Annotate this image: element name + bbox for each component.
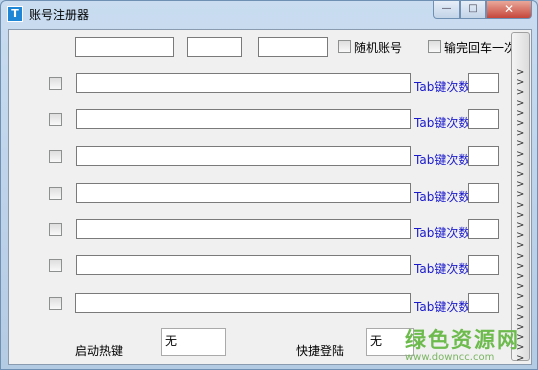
chevron-right-icon: >	[516, 291, 525, 303]
arrow-strip[interactable]: > > > > > > > > > > > > > > > > > > > > > > > > > > > > >	[511, 32, 530, 363]
tab-count-input[interactable]	[468, 219, 499, 239]
tab-count-label: Tab键次数	[414, 80, 471, 94]
tab-count-label: Tab键次数	[414, 116, 471, 130]
row-input[interactable]	[76, 109, 411, 129]
maximize-button[interactable]: □	[460, 1, 486, 19]
tab-count-input[interactable]	[468, 183, 499, 203]
row-checkbox[interactable]	[49, 297, 62, 310]
tab-count-label: Tab键次数	[414, 300, 471, 314]
title-bar[interactable]: T 账号注册器 — □ ✕	[1, 1, 538, 27]
row-input[interactable]	[75, 293, 411, 313]
row-checkbox[interactable]	[49, 150, 62, 163]
tab-count-label: Tab键次数	[414, 190, 471, 204]
chevron-right-icon: >	[516, 189, 525, 201]
quick-login-value: 无	[370, 334, 383, 348]
app-window: T 账号注册器 — □ ✕ 随机账号 输完回车一次 Tab键次数 Tab键次数 …	[0, 0, 538, 370]
top-input-1[interactable]	[75, 37, 174, 57]
row-checkbox[interactable]	[49, 259, 62, 272]
start-hotkey-field[interactable]: 无	[161, 328, 226, 356]
minimize-button[interactable]: —	[433, 1, 460, 19]
watermark-title: 绿色资源网	[405, 328, 520, 352]
tab-count-label: Tab键次数	[414, 226, 471, 240]
chevron-right-icon: >	[516, 138, 525, 150]
tab-count-input[interactable]	[468, 109, 499, 129]
random-account-checkbox[interactable]	[338, 40, 351, 53]
row-input[interactable]	[76, 219, 411, 239]
tab-count-label: Tab键次数	[414, 153, 471, 167]
row-checkbox[interactable]	[49, 187, 62, 200]
quick-login-label: 快捷登陆	[296, 344, 345, 358]
enter-once-label: 输完回车一次	[444, 41, 517, 55]
top-input-2[interactable]	[187, 37, 242, 57]
close-button[interactable]: ✕	[486, 1, 532, 19]
chevron-right-icon: >	[516, 87, 525, 99]
chevron-right-icon: >	[516, 240, 525, 252]
row-input[interactable]	[76, 73, 411, 93]
tab-count-input[interactable]	[468, 293, 499, 313]
tab-count-label: Tab键次数	[414, 262, 471, 276]
row-checkbox[interactable]	[49, 77, 62, 90]
start-hotkey-value: 无	[165, 334, 178, 348]
tab-count-input[interactable]	[468, 255, 499, 275]
random-account-label: 随机账号	[354, 41, 403, 55]
row-checkbox[interactable]	[49, 113, 62, 126]
client-area: 随机账号 输完回车一次 Tab键次数 Tab键次数 Tab键次数 Tab键次数 …	[8, 29, 532, 365]
app-icon: T	[7, 6, 23, 22]
enter-once-checkbox[interactable]	[428, 40, 441, 53]
row-input[interactable]	[76, 146, 411, 166]
tab-count-input[interactable]	[468, 146, 499, 166]
start-hotkey-label: 启动热键	[75, 344, 124, 358]
row-input[interactable]	[76, 255, 411, 275]
tab-count-input[interactable]	[468, 73, 499, 93]
window-title: 账号注册器	[29, 8, 90, 22]
top-input-3[interactable]	[258, 37, 328, 57]
row-input[interactable]	[76, 183, 411, 203]
row-checkbox[interactable]	[49, 223, 62, 236]
watermark: 绿色资源网 www.downcc.com	[405, 324, 535, 368]
